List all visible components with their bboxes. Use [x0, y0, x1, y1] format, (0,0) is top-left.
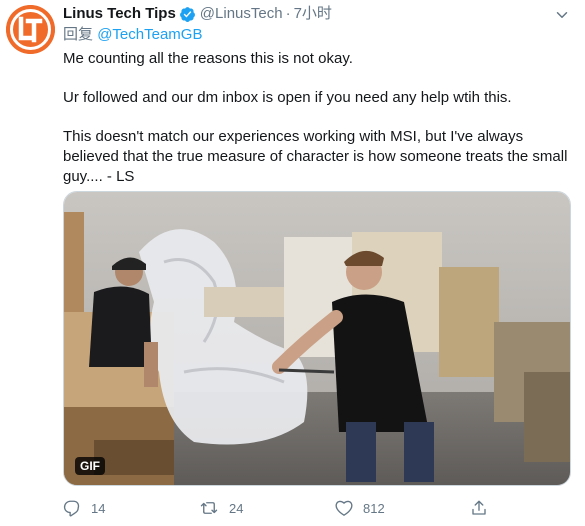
tweet[interactable]: Linus Tech Tips @LinusTech · 7小时 回复 @Tec…	[0, 0, 585, 526]
tweet-timestamp[interactable]: 7小时	[294, 4, 332, 24]
tweet-paragraph: Me counting all the reasons this is not …	[63, 50, 353, 67]
separator-dot: ·	[285, 5, 291, 22]
tweet-paragraph: Ur followed and our dm inbox is open if …	[63, 89, 512, 106]
retweet-icon	[200, 502, 218, 514]
share-icon	[472, 500, 486, 515]
tweet-paragraph: This doesn't match our experiences worki…	[63, 128, 568, 185]
retweet-count: 24	[229, 500, 244, 516]
tweet-header: Linus Tech Tips @LinusTech · 7小时	[63, 4, 573, 24]
gif-media[interactable]: GIF	[63, 191, 571, 486]
verified-badge-icon	[179, 6, 195, 22]
reply-prefix: 回复	[63, 26, 94, 43]
chevron-down-icon[interactable]	[553, 6, 571, 24]
comment-icon	[63, 500, 80, 517]
gif-frame-image	[64, 192, 570, 485]
tweet-body: Linus Tech Tips @LinusTech · 7小时 回复 @Tec…	[63, 4, 573, 187]
ltt-logo-icon	[6, 5, 55, 54]
share-button[interactable]	[470, 496, 488, 520]
reply-context: 回复 @TechTeamGB	[63, 25, 573, 45]
avatar[interactable]	[6, 5, 55, 54]
author-handle[interactable]: @LinusTech	[200, 4, 283, 24]
tweet-actions: 14 24 812	[63, 496, 513, 520]
retweet-button[interactable]: 24	[199, 496, 243, 520]
heart-icon	[335, 500, 353, 516]
like-count: 812	[363, 500, 385, 516]
like-button[interactable]: 812	[335, 496, 385, 520]
author-name[interactable]: Linus Tech Tips	[63, 4, 176, 24]
reply-button[interactable]: 14	[63, 496, 105, 520]
reply-mention-link[interactable]: @TechTeamGB	[97, 26, 202, 43]
gif-badge: GIF	[75, 457, 105, 475]
tweet-text: Me counting all the reasons this is not …	[63, 49, 573, 187]
reply-count: 14	[91, 500, 106, 516]
